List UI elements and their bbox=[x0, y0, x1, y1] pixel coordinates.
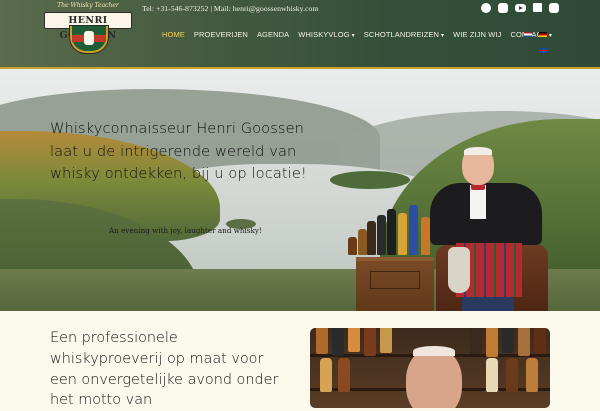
instagram-icon[interactable] bbox=[498, 3, 508, 13]
nav-wie-zijn-wij[interactable]: WIE ZIJN WIJ bbox=[453, 30, 501, 39]
intro-section: Een professionele whiskyproeverij op maa… bbox=[0, 311, 600, 408]
chevron-down-icon: ▾ bbox=[441, 33, 445, 39]
site-header: The Whisky Teacher HENRI GOOSSEN Tel: +3… bbox=[0, 0, 600, 68]
whisky-table-image bbox=[356, 257, 434, 311]
hero-title: Whiskyconnaisseur Henri Goossen laat u d… bbox=[50, 120, 307, 182]
chevron-down-icon: ▾ bbox=[548, 33, 552, 39]
chevron-down-icon: ▾ bbox=[351, 33, 355, 39]
nav-home-label: HOME bbox=[162, 30, 185, 39]
mastodon-icon[interactable] bbox=[549, 3, 559, 13]
site-logo[interactable]: The Whisky Teacher HENRI GOOSSEN bbox=[44, 0, 132, 56]
linkedin-icon[interactable] bbox=[533, 3, 542, 12]
flag-de-icon[interactable] bbox=[539, 32, 547, 37]
nav-agenda-label: AGENDA bbox=[256, 30, 290, 39]
nav-proeverijen-label: PROEVERIJEN bbox=[193, 30, 248, 39]
logo-tagline: The Whisky Teacher bbox=[57, 2, 119, 9]
main-nav: HOME PROEVERIJEN AGENDA WHISKYVLOG ▾ SCHO… bbox=[162, 30, 561, 39]
nav-schotlandreizen[interactable]: SCHOTLANDREIZEN ▾ bbox=[364, 30, 444, 39]
nav-whiskyvlog[interactable]: WHISKYVLOG ▾ bbox=[298, 30, 355, 39]
crest-icon bbox=[70, 26, 108, 53]
nav-schotlandreizen-label: SCHOTLANDREIZEN bbox=[363, 30, 440, 39]
intro-heading: Een professionele whiskyproeverij op maa… bbox=[50, 330, 279, 409]
flag-nl-icon[interactable] bbox=[524, 32, 532, 37]
nav-whiskyvlog-label: WHISKYVLOG bbox=[298, 30, 350, 39]
facebook-icon[interactable] bbox=[481, 3, 491, 13]
youtube-icon[interactable] bbox=[515, 4, 526, 12]
nav-proeverijen[interactable]: PROEVERIJEN bbox=[194, 30, 248, 39]
tasting-photo bbox=[310, 328, 550, 408]
flag-en-icon[interactable] bbox=[539, 48, 547, 53]
host-photo bbox=[430, 147, 542, 311]
hero-banner: Whiskyconnaisseur Henri Goossen laat u d… bbox=[0, 69, 600, 311]
social-links bbox=[481, 3, 559, 13]
nav-agenda[interactable]: AGENDA bbox=[257, 30, 289, 39]
contact-info: Tel: +31-546-873252 | Mail: henri@goosse… bbox=[142, 4, 319, 13]
hero-subtitle: An evening with joy, laughter and whisky… bbox=[109, 226, 262, 235]
nav-wie-zijn-wij-label: WIE ZIJN WIJ bbox=[453, 30, 502, 39]
nav-home[interactable]: HOME bbox=[162, 30, 185, 39]
